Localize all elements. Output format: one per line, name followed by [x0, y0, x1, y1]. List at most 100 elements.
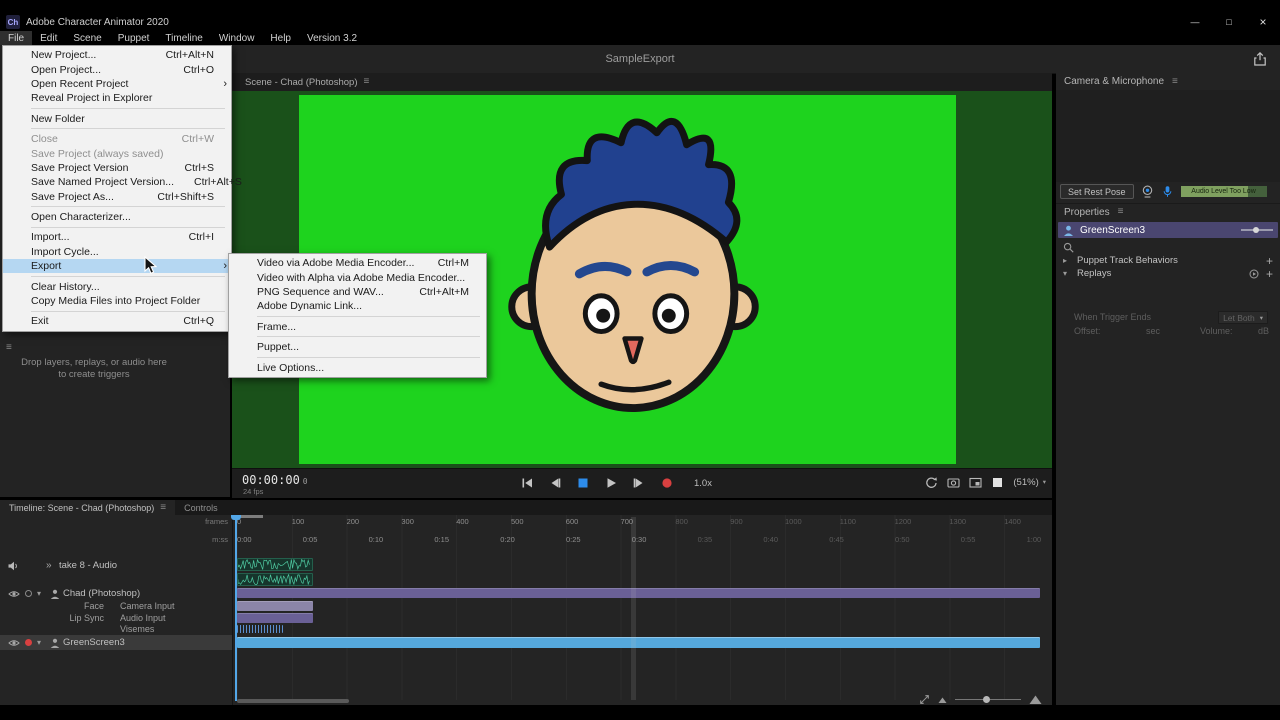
zoom-in-mountain-icon[interactable]	[1029, 693, 1042, 705]
snapshot-button[interactable]	[947, 476, 960, 489]
chevron-down-icon[interactable]: ▾	[37, 638, 45, 647]
timeline-menu-icon[interactable]: ≡	[160, 503, 166, 513]
puppet-character[interactable]	[501, 103, 766, 421]
menu-item-open-characterizer[interactable]: Open Characterizer...	[3, 210, 231, 224]
viewport-zoom-select[interactable]: (51%) ▾	[1013, 477, 1046, 488]
menubar-item-scene[interactable]: Scene	[65, 31, 109, 45]
chevron-down-icon[interactable]: ▾	[1063, 269, 1071, 278]
playback-speed[interactable]: 1.0x	[694, 478, 712, 489]
eye-icon[interactable]	[8, 590, 20, 598]
menu-item-save-project-version[interactable]: Save Project VersionCtrl+S	[3, 161, 231, 175]
timeline-track-greenscreen3[interactable]: ▾ GreenScreen3	[0, 635, 1052, 650]
timeline-track-chad[interactable]: ▾ Chad (Photoshop)	[0, 586, 1052, 600]
next-frame-button[interactable]	[628, 473, 650, 493]
menubar-item-puppet[interactable]: Puppet	[110, 31, 158, 45]
add-behavior-button[interactable]: +	[1266, 255, 1273, 267]
loop-playback-button[interactable]	[925, 476, 938, 489]
safe-areas-button[interactable]	[991, 476, 1004, 489]
zoom-slider-knob[interactable]	[983, 696, 990, 703]
properties-menu-icon[interactable]: ≡	[1118, 207, 1124, 217]
set-rest-pose-button[interactable]: Set Rest Pose	[1060, 184, 1134, 199]
section-puppet-track-behaviors[interactable]: ▸ Puppet Track Behaviors +	[1056, 254, 1280, 267]
scene-panel-menu-icon[interactable]: ≡	[363, 77, 369, 87]
maximize-button[interactable]: □	[1212, 12, 1246, 31]
menubar-item-timeline[interactable]: Timeline	[157, 31, 210, 45]
menu-item-import-cycle[interactable]: Import Cycle...	[3, 245, 231, 259]
chevron-right-icon[interactable]: ▸	[1063, 256, 1071, 265]
tab-controls[interactable]: Controls	[175, 500, 227, 515]
timeline-zoom-slider[interactable]	[955, 699, 1021, 700]
menu-item-open-project[interactable]: Open Project...Ctrl+O	[3, 62, 231, 76]
menubar-item-help[interactable]: Help	[262, 31, 299, 45]
menu-item-copy-media-files-into-project-folder[interactable]: Copy Media Files into Project Folder	[3, 294, 231, 308]
speaker-icon[interactable]	[8, 561, 19, 571]
playhead-handle[interactable]	[231, 515, 241, 520]
face-take-bar[interactable]	[237, 601, 313, 611]
section-replays[interactable]: ▾ Replays +	[1056, 267, 1280, 280]
lipsync-take-bar[interactable]	[237, 613, 313, 623]
camera-mic-menu-icon[interactable]: ≡	[1172, 77, 1178, 87]
record-button[interactable]	[656, 473, 678, 493]
when-trigger-ends-dropdown[interactable]: Let Both ▾	[1218, 311, 1268, 324]
menu-item-open-recent-project[interactable]: Open Recent Project›	[3, 77, 231, 91]
play-button[interactable]	[600, 473, 622, 493]
menu-item-video-via-adobe-media-encoder[interactable]: Video via Adobe Media Encoder...Ctrl+M	[229, 256, 486, 270]
slider-knob[interactable]	[1253, 227, 1259, 233]
replay-icon[interactable]	[1249, 269, 1259, 279]
menubar-item-file[interactable]: File	[0, 31, 32, 45]
scene-tab[interactable]: Scene - Chad (Photoshop) ≡	[237, 73, 377, 91]
microphone-toggle-button[interactable]	[1161, 185, 1174, 198]
ruler-frames[interactable]: 0100200300400500600700800900100011001200…	[232, 517, 1050, 528]
blend-slider[interactable]	[1241, 229, 1273, 231]
audio-clip[interactable]	[237, 573, 313, 586]
behavior-search-field[interactable]	[1056, 241, 1280, 254]
menu-item-puppet[interactable]: Puppet...	[229, 340, 486, 354]
record-arm-toggle[interactable]	[25, 590, 32, 597]
menu-item-new-folder[interactable]: New Folder	[3, 112, 231, 126]
menubar-item-window[interactable]: Window	[211, 31, 263, 45]
visemes-ticks[interactable]	[237, 625, 283, 633]
stop-button[interactable]	[572, 473, 594, 493]
timeline-track-lipsync[interactable]: Lip Sync Audio Input	[0, 612, 1052, 624]
ruler-times[interactable]: 0:000:050:100:150:200:250:300:350:400:45…	[232, 535, 1050, 546]
puppet-track-bar[interactable]	[237, 588, 1040, 598]
menubar-item-edit[interactable]: Edit	[32, 31, 65, 45]
timeline-horizontal-scrollbar[interactable]	[237, 699, 349, 703]
timeline-track-visemes[interactable]: Visemes	[0, 624, 1052, 634]
menu-item-video-with-alpha-via-adobe-media-encoder[interactable]: Video with Alpha via Adobe Media Encoder…	[229, 270, 486, 284]
menu-item-new-project[interactable]: New Project...Ctrl+Alt+N	[3, 48, 231, 62]
close-button[interactable]: ×	[1246, 12, 1280, 31]
go-to-start-button[interactable]	[516, 473, 538, 493]
selected-puppet-row[interactable]: GreenScreen3	[1058, 222, 1278, 238]
menu-item-frame[interactable]: Frame...	[229, 320, 486, 334]
share-button[interactable]	[1252, 51, 1268, 67]
greenscreen-track-bar[interactable]	[237, 637, 1040, 648]
tab-timeline[interactable]: Timeline: Scene - Chad (Photoshop) ≡	[0, 500, 175, 515]
menubar-item-version-3-2[interactable]: Version 3.2	[299, 31, 365, 45]
previous-frame-button[interactable]	[544, 473, 566, 493]
menu-item-import[interactable]: Import...Ctrl+I	[3, 230, 231, 244]
chevron-down-icon[interactable]: ▾	[37, 589, 45, 598]
audio-clip[interactable]	[237, 558, 313, 571]
menu-item-save-project-as[interactable]: Save Project As...Ctrl+Shift+S	[3, 190, 231, 204]
menu-item-adobe-dynamic-link[interactable]: Adobe Dynamic Link...	[229, 299, 486, 313]
menu-item-live-options[interactable]: Live Options...	[229, 360, 486, 374]
record-arm-toggle-active[interactable]	[25, 639, 32, 646]
triggers-panel-menu-icon[interactable]: ≡	[6, 343, 12, 353]
minimize-button[interactable]: —	[1178, 12, 1212, 31]
menu-item-export[interactable]: Export›	[3, 259, 231, 273]
playhead[interactable]	[235, 515, 237, 701]
fit-timeline-icon[interactable]	[919, 694, 930, 705]
timeline-track-audio[interactable]: » take 8 - Audio	[0, 554, 1052, 588]
eye-icon[interactable]	[8, 639, 20, 647]
menu-item-save-named-project-version[interactable]: Save Named Project Version...Ctrl+Alt+S	[3, 175, 231, 189]
zoom-out-mountain-icon[interactable]	[938, 695, 947, 704]
add-replay-button[interactable]: +	[1266, 268, 1273, 280]
menu-item-reveal-project-in-explorer[interactable]: Reveal Project in Explorer	[3, 91, 231, 105]
menu-item-exit[interactable]: ExitCtrl+Q	[3, 314, 231, 328]
camera-toggle-button[interactable]	[1141, 185, 1154, 198]
timeline-track-face[interactable]: Face Camera Input	[0, 600, 1052, 612]
menu-item-png-sequence-and-wav[interactable]: PNG Sequence and WAV...Ctrl+Alt+M	[229, 285, 486, 299]
picture-in-picture-button[interactable]	[969, 476, 982, 489]
menu-item-clear-history[interactable]: Clear History...	[3, 279, 231, 293]
